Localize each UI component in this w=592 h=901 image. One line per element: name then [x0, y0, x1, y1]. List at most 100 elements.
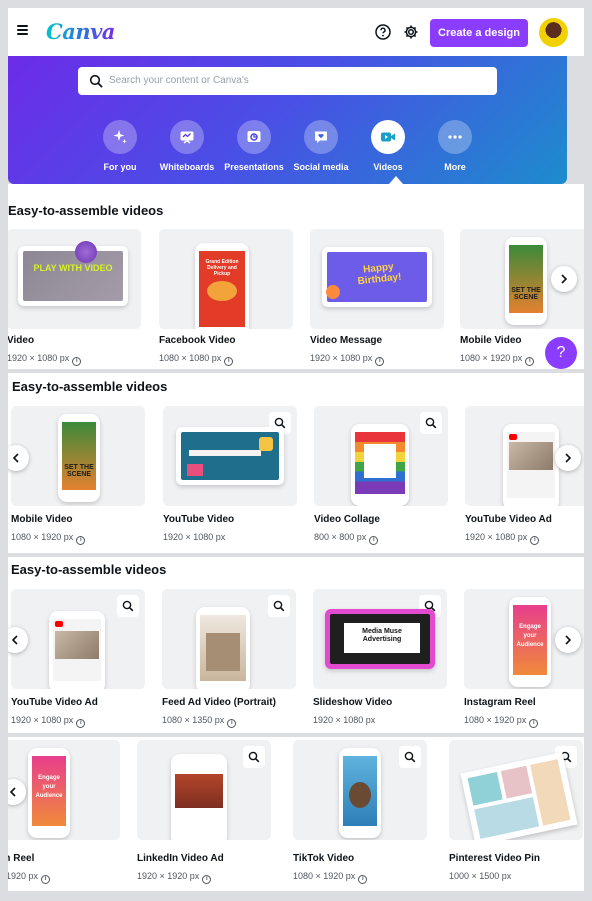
- template-thumbnail[interactable]: [314, 406, 448, 506]
- phone-mockup: Engage your Audience: [28, 748, 70, 838]
- template-thumbnail[interactable]: [137, 740, 271, 840]
- preview-zoom-button[interactable]: [399, 746, 421, 768]
- template-size: 1920 × 1920 px i: [137, 871, 212, 884]
- scroll-right-button[interactable]: [555, 445, 581, 471]
- template-name: Video Message: [310, 335, 383, 346]
- info-icon[interactable]: i: [369, 536, 379, 545]
- template-name: Pinterest Video Pin: [449, 853, 540, 864]
- art-text: Engage your Audience: [35, 775, 63, 799]
- help-icon[interactable]: [375, 24, 391, 40]
- photo-preview: [206, 633, 240, 671]
- scroll-right-button[interactable]: [555, 627, 581, 653]
- template-thumbnail[interactable]: [162, 589, 296, 689]
- section-title: Easy-to-assemble videos: [11, 562, 167, 577]
- flower-decoration: [75, 241, 97, 263]
- preview-zoom-button[interactable]: [117, 595, 139, 617]
- template-name: YouTube Video Ad: [11, 697, 98, 708]
- top-bar: Canva Create a design: [8, 8, 584, 56]
- whiteboard-icon: [180, 131, 194, 144]
- info-icon[interactable]: i: [76, 719, 86, 728]
- hero-banner: Search your content or Canva's For you W…: [8, 56, 567, 184]
- template-thumbnail[interactable]: [163, 406, 297, 506]
- preview-zoom-button[interactable]: [420, 412, 442, 434]
- laptop-mockup: PLAY WITH VIDEO: [18, 246, 128, 306]
- category-social-media[interactable]: Social media: [286, 120, 356, 172]
- template-name: Video: [8, 335, 35, 346]
- template-thumbnail[interactable]: Happy Birthday!: [310, 229, 444, 329]
- search-input[interactable]: Search your content or Canva's: [78, 67, 497, 95]
- info-icon[interactable]: i: [525, 357, 535, 366]
- canva-logo[interactable]: Canva: [46, 19, 115, 44]
- create-design-button[interactable]: Create a design: [430, 19, 528, 47]
- info-icon[interactable]: i: [375, 357, 385, 366]
- info-icon[interactable]: i: [227, 719, 237, 728]
- phone-mockup: [503, 424, 559, 506]
- template-size: 1080 × 1920 px i: [11, 532, 86, 545]
- settings-gear-icon[interactable]: [403, 24, 419, 40]
- chevron-left-icon: [12, 453, 19, 463]
- phone-mockup: [171, 754, 227, 840]
- info-icon[interactable]: i: [358, 875, 368, 884]
- template-name: Feed Ad Video (Portrait): [162, 697, 276, 708]
- template-size: 1920 × 1080 px: [163, 532, 226, 542]
- category-whiteboards[interactable]: Whiteboards: [152, 120, 222, 172]
- template-name: gram Reel: [8, 853, 35, 864]
- phone-mockup: [196, 607, 250, 689]
- banner-strip: [189, 450, 261, 456]
- category-presentations[interactable]: Presentations: [219, 120, 289, 172]
- phone-mockup: SET THE SCENE: [58, 414, 100, 502]
- info-icon[interactable]: i: [530, 536, 540, 545]
- template-thumbnail[interactable]: Media Muse Advertising: [313, 589, 447, 689]
- sparkle-icon: [113, 130, 127, 144]
- category-for-you[interactable]: For you: [85, 120, 155, 172]
- info-icon[interactable]: i: [529, 719, 539, 728]
- info-icon[interactable]: i: [202, 875, 212, 884]
- preview-zoom-button[interactable]: [243, 746, 265, 768]
- art-text: SET THE SCENE: [64, 464, 94, 478]
- active-category-indicator: [389, 176, 403, 184]
- chevron-left-icon: [11, 635, 18, 645]
- template-name: YouTube Video: [163, 514, 235, 525]
- template-thumbnail[interactable]: Grand Edition Delivery and Pickup: [159, 229, 293, 329]
- info-icon[interactable]: i: [224, 357, 234, 366]
- laptop-mockup: [176, 427, 284, 485]
- template-thumbnail[interactable]: [449, 740, 583, 840]
- title-card: Media Muse Advertising: [344, 623, 420, 653]
- category-label: Social media: [293, 162, 349, 172]
- category-more[interactable]: More: [420, 120, 490, 172]
- template-size: 1080 × 1920 px i: [293, 871, 368, 884]
- template-thumbnail[interactable]: [11, 589, 145, 689]
- info-icon[interactable]: i: [76, 536, 86, 545]
- category-label: For you: [103, 162, 137, 172]
- shape-decoration: [187, 464, 203, 476]
- magnifier-icon: [248, 751, 260, 763]
- scroll-right-button[interactable]: [551, 266, 577, 292]
- user-avatar[interactable]: [539, 18, 568, 47]
- category-label: Whiteboards: [159, 162, 215, 172]
- category-videos[interactable]: Videos: [353, 120, 423, 172]
- category-label: Presentations: [224, 162, 284, 172]
- chevron-right-icon: [565, 453, 572, 463]
- template-name: Slideshow Video: [313, 697, 393, 708]
- menu-icon[interactable]: [17, 25, 28, 35]
- info-icon[interactable]: i: [41, 875, 51, 884]
- template-thumbnail[interactable]: [293, 740, 427, 840]
- video-templates-section-4: Engage your Audience gram Reel 1920 pxi …: [8, 737, 584, 891]
- template-thumbnail[interactable]: SET THE SCENE: [11, 406, 145, 506]
- template-name: TikTok Video: [293, 853, 355, 864]
- template-name: Mobile Video: [11, 514, 73, 525]
- info-icon[interactable]: i: [72, 357, 82, 366]
- collage-tile: [467, 772, 503, 806]
- help-button[interactable]: ?: [545, 337, 577, 369]
- laptop-mockup: Media Muse Advertising: [325, 609, 435, 669]
- heart-chat-icon: [315, 131, 327, 143]
- preview-zoom-button[interactable]: [268, 595, 290, 617]
- category-label: Videos: [373, 162, 403, 172]
- art-text: PLAY WITH VIDEO: [33, 263, 113, 273]
- search-placeholder: Search your content or Canva's: [109, 75, 249, 86]
- template-thumbnail[interactable]: PLAY WITH VIDEO: [8, 229, 141, 329]
- phone-mockup: Engage your Audience: [509, 597, 551, 687]
- youtube-logo: [509, 434, 517, 440]
- phone-mockup: [339, 748, 381, 838]
- magnifier-icon: [404, 751, 416, 763]
